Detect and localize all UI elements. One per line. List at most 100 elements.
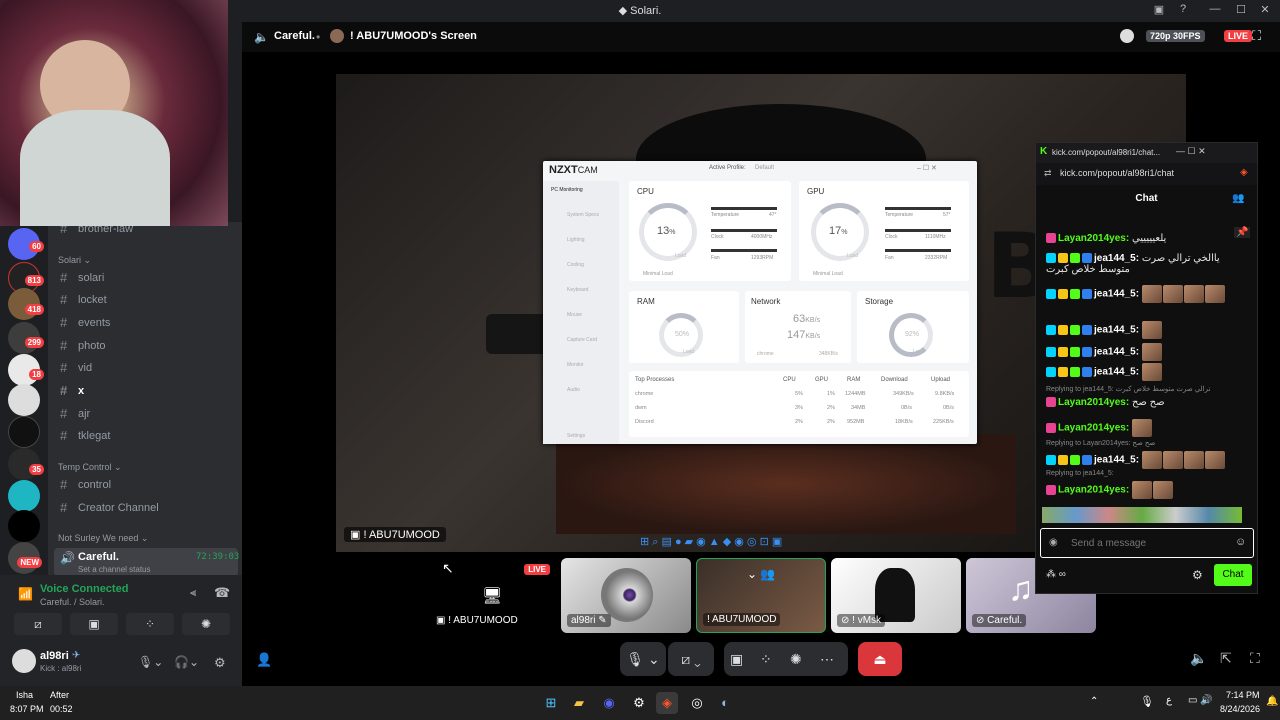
chat-username[interactable]: Layan2014yes: [1058, 397, 1129, 408]
kick-url[interactable]: kick.com/popout/al98ri1/chat [1060, 168, 1174, 178]
emote-picker-icon[interactable]: ◉ [1049, 537, 1058, 548]
voice-channel-careful[interactable]: 🔊 Careful. Set a channel status 72:39:03 [54, 548, 239, 576]
tile-hover-controls[interactable]: ⌄ 👥 [747, 567, 775, 581]
notification-bell-icon[interactable]: 🔔 [1266, 696, 1278, 707]
discord-icon[interactable]: ◉ [598, 692, 620, 714]
participant-tile[interactable]: ⊘ ! vMsk [831, 558, 961, 633]
chat-reply-context[interactable]: Replying to Layan2014yes: صح صح [1046, 439, 1251, 447]
help-icon[interactable]: ? [1174, 3, 1192, 19]
fullscreen-icon[interactable]: ⛶ [1252, 28, 1261, 44]
channel-creator-channel[interactable]: # Creator Channel [56, 498, 238, 518]
inbox-icon[interactable]: ▣ [1150, 3, 1168, 19]
channel-locket[interactable]: # locket [56, 290, 238, 310]
chat-username[interactable]: jea144_5: [1094, 325, 1139, 336]
disconnect-icon[interactable]: ☎ [214, 585, 230, 601]
channel-tklegat[interactable]: # tklegat [56, 426, 238, 446]
chat-username[interactable]: Layan2014yes: [1058, 423, 1129, 434]
channel-events[interactable]: # events [56, 313, 238, 333]
channel-photo[interactable]: # photo [56, 336, 238, 356]
camera-button[interactable]: ⧄ ⌄ [668, 642, 714, 676]
deafen-button[interactable]: 🎧⌄ [174, 655, 199, 669]
obs-icon[interactable]: ◎ [686, 692, 708, 714]
chat-username[interactable]: Layan2014yes: [1058, 485, 1129, 496]
smiley-icon[interactable]: ☺ [1235, 536, 1246, 548]
server-icon[interactable] [8, 416, 40, 448]
language-indicator[interactable]: ع [1166, 695, 1172, 706]
channel-x[interactable]: # x [56, 381, 238, 401]
category-temp-control[interactable]: Temp Control ⌄ [58, 462, 122, 473]
close-icon[interactable]: ✕ [1256, 3, 1274, 19]
nav-capture-card[interactable]: Capture Card [567, 337, 597, 343]
participant-tile[interactable]: al98ri ✎ [561, 558, 691, 633]
nav-lighting[interactable]: Lighting [567, 237, 585, 243]
minimize-icon[interactable]: — [1206, 3, 1224, 19]
clock-time[interactable]: 7:14 PM [1226, 690, 1260, 700]
clock-date[interactable]: 8/24/2026 [1220, 704, 1260, 714]
channel-vid[interactable]: # vid [56, 358, 238, 378]
steelseries-icon[interactable]: ⚙ [628, 692, 650, 714]
leave-call-button[interactable]: ⏏ [858, 642, 902, 676]
chat-reply-context[interactable]: Replying to jea144_5: ترالي صرت متوسط خل… [1046, 385, 1251, 393]
nav-audio[interactable]: Audio [567, 387, 580, 393]
nav-settings[interactable]: Settings [567, 433, 585, 439]
chat-message-input[interactable] [1071, 535, 1221, 551]
participant-tile[interactable]: ⌄ 👥 ! ABU7UMOOD [696, 558, 826, 633]
brave-icon[interactable]: ◈ [656, 692, 678, 714]
channel-solari[interactable]: # solari [56, 268, 238, 288]
steam-icon[interactable]: ◐ [714, 692, 736, 714]
more-icon[interactable]: ⋯ [820, 642, 834, 676]
nav-pc-monitoring[interactable]: PC Monitoring [551, 187, 583, 193]
site-info-icon[interactable]: ⇄ [1044, 168, 1052, 179]
activities-icon[interactable]: ⁘ [760, 642, 772, 676]
soundboard-button[interactable]: ✺ [182, 613, 230, 635]
chat-username[interactable]: jea144_5: [1094, 367, 1139, 378]
kick-window-controls[interactable]: — ☐ ✕ [1176, 146, 1206, 157]
server-icon[interactable] [8, 384, 40, 416]
chat-username[interactable]: jea144_5: [1094, 347, 1139, 358]
tray-chevron-icon[interactable]: ⌃ [1090, 696, 1098, 707]
chat-settings-icon[interactable]: ⚙ [1192, 568, 1203, 582]
activities-button[interactable]: ⁘ [126, 613, 174, 635]
noise-suppression-icon[interactable]: ⫷ [190, 587, 196, 600]
network-volume-icons[interactable]: ▭ 🔊 [1188, 695, 1213, 706]
users-icon[interactable]: 👥 [1232, 193, 1244, 204]
microphone-button[interactable]: 🎙 ⌄ [620, 642, 666, 676]
mute-button[interactable]: 🎙⌄ [138, 655, 163, 669]
brave-shield-icon[interactable]: ◈ [1240, 167, 1248, 178]
start-icon[interactable]: ⊞ [540, 692, 562, 714]
screen-share-button[interactable]: ▣ [70, 613, 118, 635]
avatar[interactable] [12, 649, 36, 673]
chat-username[interactable]: jea144_5: [1094, 253, 1139, 264]
signal-icon[interactable]: 📶 [18, 587, 33, 601]
chat-username[interactable]: jea144_5: [1094, 289, 1139, 300]
screen-share-button[interactable]: ▣ [730, 642, 743, 676]
server-icon[interactable] [8, 480, 40, 512]
chat-username[interactable]: Layan2014yes: [1058, 233, 1129, 244]
profile-select[interactable]: Default [755, 165, 774, 171]
volume-icon[interactable]: 🔈 [1190, 650, 1207, 667]
category-not-surley[interactable]: Not Surley We need ⌄ [58, 533, 148, 544]
points-icon[interactable]: ⁂ ∞ [1046, 569, 1066, 580]
popout-icon[interactable]: ⇱ [1220, 650, 1232, 667]
soundboard-icon[interactable]: ✺ [790, 642, 802, 676]
fullscreen-icon[interactable]: ⛶ [1250, 650, 1260, 667]
nav-cooling[interactable]: Cooling [567, 262, 584, 268]
nav-mouse[interactable]: Mouse [567, 312, 582, 318]
voice-channel-status[interactable]: Set a channel status [78, 565, 151, 574]
nav-monitor[interactable]: Monitor [567, 362, 584, 368]
nzxt-window-controls[interactable]: – ☐ ✕ [917, 164, 937, 172]
settings-gear-icon[interactable]: ⚙ [214, 655, 226, 671]
chat-send-button[interactable]: Chat [1214, 564, 1252, 586]
emote-bar[interactable] [1042, 507, 1242, 523]
camera-toggle-button[interactable]: ⧄ [14, 613, 62, 635]
channel-control[interactable]: # control [56, 475, 238, 495]
server-icon[interactable] [8, 510, 40, 542]
file-explorer-icon[interactable]: ▰ [568, 692, 590, 714]
chat-username[interactable]: jea144_5: [1094, 455, 1139, 466]
maximize-icon[interactable]: ☐ [1232, 3, 1250, 19]
mic-tray-icon[interactable]: 🎙 [1140, 695, 1154, 708]
nav-system-specs[interactable]: System Specs [567, 212, 599, 218]
nav-keyboard[interactable]: Keyboard [567, 287, 588, 293]
add-user-icon[interactable]: 👤 [256, 652, 272, 668]
category-solari[interactable]: Solari ⌄ [58, 255, 91, 266]
